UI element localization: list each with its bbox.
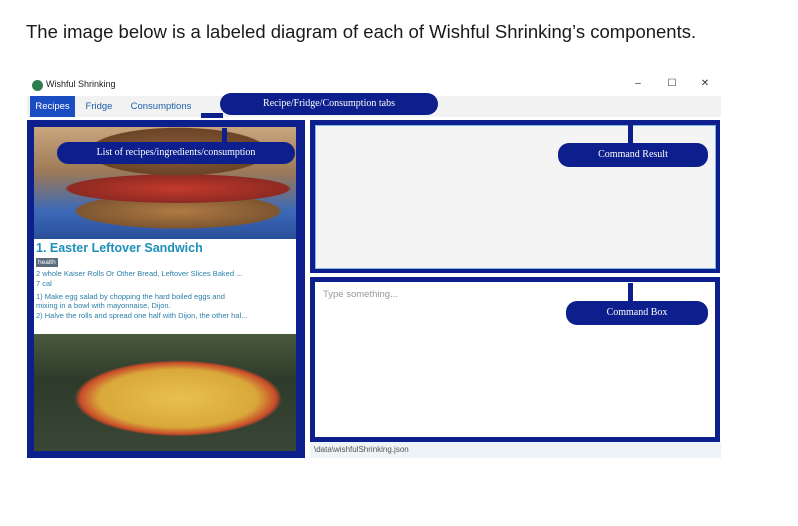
recipe-title: 1. Easter Leftover Sandwich — [36, 241, 203, 255]
callout-command-box: Command Box — [566, 301, 708, 325]
callout-tabs: Recipe/Fridge/Consumption tabs — [220, 93, 438, 115]
command-connector — [628, 283, 633, 303]
callout-list: List of recipes/ingredients/consumption — [57, 142, 295, 164]
recipe-instruction: 1) Make egg salad by chopping the hard b… — [36, 292, 225, 301]
minimize-icon[interactable]: – — [631, 78, 645, 89]
recipe-calories: 7 cal — [36, 279, 52, 288]
callout-command-result: Command Result — [558, 143, 708, 167]
recipe-instruction: 2) Halve the rolls and spread one half w… — [36, 311, 248, 320]
tabs-connector — [201, 113, 223, 118]
intro-text: The image below is a labeled diagram of … — [26, 21, 697, 42]
recipe-instruction: mixing in a bowl with mayonnaise, Dijon. — [36, 301, 171, 310]
tab-consumptions[interactable]: Consumptions — [123, 96, 199, 117]
tab-recipes[interactable]: Recipes — [30, 96, 75, 117]
status-bar: \data\wishfulShrinking.json — [310, 442, 721, 458]
tab-fridge[interactable]: Fridge — [77, 96, 121, 117]
maximize-icon[interactable]: ☐ — [665, 78, 679, 89]
close-icon[interactable]: ✕ — [698, 78, 712, 89]
app-icon — [32, 80, 43, 91]
recipe-list[interactable]: 1. Easter Leftover Sandwich health 2 who… — [34, 127, 296, 451]
result-connector — [628, 125, 633, 143]
recipe-tag: health — [36, 258, 58, 267]
recipe-photo — [34, 334, 296, 451]
status-file-path: \data\wishfulShrinking.json — [314, 445, 409, 454]
recipe-ingredients: 2 whole Kaiser Rolls Or Other Bread, Lef… — [36, 269, 243, 278]
window-title: Wishful Shrinking — [46, 79, 116, 89]
list-panel: 1. Easter Leftover Sandwich health 2 who… — [27, 120, 305, 458]
list-connector — [222, 128, 227, 142]
app-window: Wishful Shrinking – ☐ ✕ Recipes Fridge C… — [27, 75, 721, 458]
